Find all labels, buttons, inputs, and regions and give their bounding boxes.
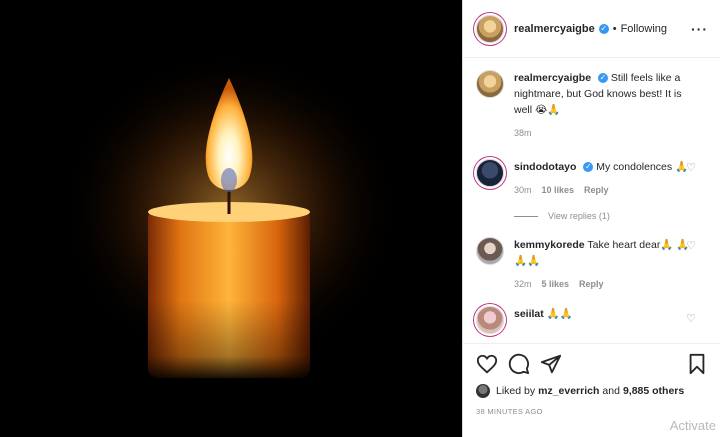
reply-button[interactable]: Reply [584,182,609,198]
comment-like-heart-icon[interactable]: ♡ [686,312,696,325]
post-header: realmercyaigbe ✓ • Following ··· [463,0,720,58]
bookmark-icon[interactable] [686,353,708,375]
comment-icon[interactable] [508,353,530,375]
likes-middle: and [602,385,620,397]
heart-icon[interactable] [476,353,498,375]
instagram-post: realmercyaigbe ✓ • Following ··· realmer… [0,0,720,437]
comment-item: sindodotayo ✓ My condolences 🙏 30m 10 li… [476,159,708,198]
likes-summary: Liked by mz_everrich and 9,885 others [476,384,708,398]
caption: realmercyaigbe ✓ Still feels like a nigh… [476,70,708,141]
post-sidebar: realmercyaigbe ✓ • Following ··· realmer… [462,0,720,437]
comment-username[interactable]: kemmykorede [514,239,585,251]
comment-like-heart-icon[interactable]: ♡ [686,239,696,252]
post-image[interactable] [0,0,462,437]
author-avatar[interactable] [476,14,504,43]
comment-text: My condolences 🙏 [596,161,689,173]
commenter-avatar[interactable] [476,159,504,187]
comment-text: 🙏🙏 [546,308,573,320]
comment-like-heart-icon[interactable]: ♡ [686,161,696,174]
comment-username[interactable]: sindodotayo [514,161,576,173]
comments-section[interactable]: realmercyaigbe ✓ Still feels like a nigh… [463,58,720,343]
comment-likes[interactable]: 10 likes [542,182,575,198]
candle-image [60,50,400,380]
caption-avatar[interactable] [476,70,504,98]
comment-time[interactable]: 30m [514,182,532,198]
post-timestamp[interactable]: 38 MINUTES AGO [476,407,708,416]
separator-dot: • [612,22,617,35]
likes-count[interactable]: 9,885 others [623,385,684,397]
commenter-avatar[interactable] [476,306,504,334]
verified-badge-icon: ✓ [598,23,609,34]
reply-button[interactable]: Reply [579,276,604,292]
caption-username[interactable]: realmercyaigbe [514,72,591,84]
comment-likes[interactable]: 5 likes [542,276,570,292]
comment-item: kemmykorede Take heart dear🙏 🙏🙏🙏 32m 5 l… [476,237,708,292]
commenter-avatar[interactable] [476,237,504,265]
post-actions: Liked by mz_everrich and 9,885 others 38… [463,343,720,437]
comment-time[interactable]: 32m [514,276,532,292]
activate-watermark: Activate [669,418,716,433]
more-options-icon[interactable]: ··· [691,21,708,37]
liker-username[interactable]: mz_everrich [538,385,599,397]
likes-prefix: Liked by [496,385,536,397]
divider-line [514,215,538,217]
author-username[interactable]: realmercyaigbe [514,23,595,35]
verified-badge-icon: ✓ [583,162,594,173]
liker-avatar[interactable] [476,384,490,398]
verified-badge-icon: ✓ [597,73,608,84]
view-replies-button[interactable]: View replies (1) [514,211,708,221]
view-replies-label: View replies (1) [548,211,610,221]
comment-username[interactable]: seiilat [514,308,544,320]
following-button[interactable]: Following [621,23,667,35]
share-icon[interactable] [540,353,562,375]
comment-item: seiilat 🙏🙏 ♡ [476,306,708,334]
caption-time[interactable]: 38m [514,125,532,141]
